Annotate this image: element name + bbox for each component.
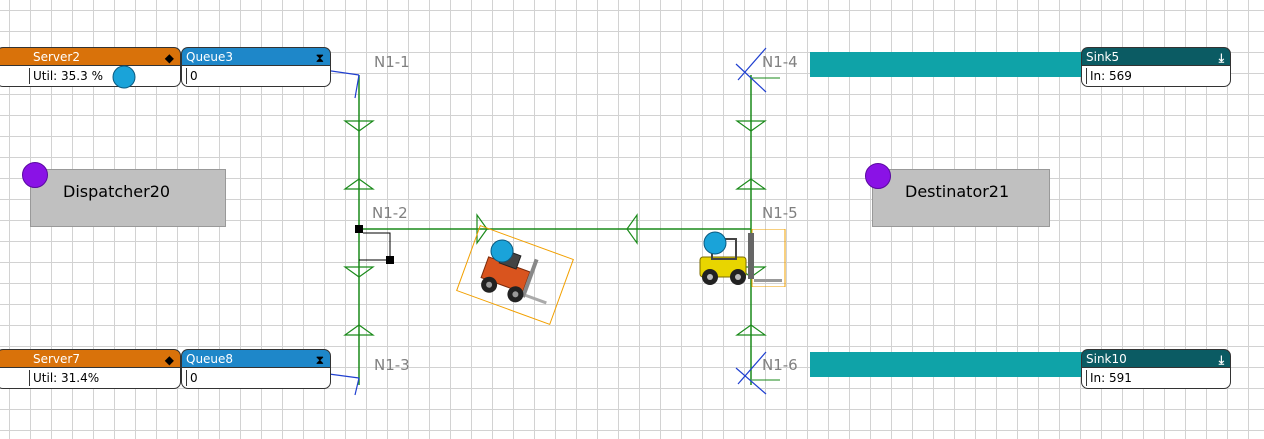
queue8-stats: 0: [181, 367, 331, 389]
server-icon: ◆: [164, 51, 174, 65]
sink10-block[interactable]: Sink10 ⤓ In: 591: [1081, 349, 1231, 389]
sink5-count: In: 569: [1086, 68, 1132, 84]
sink5-title: Sink5: [1086, 50, 1120, 64]
server2-header: Server2 ◆: [0, 47, 181, 65]
node-label-n1-6: N1-6: [762, 356, 798, 374]
dispatcher20-label: Dispatcher20: [63, 182, 171, 201]
server-icon: ◆: [164, 353, 174, 367]
sink5-block[interactable]: Sink5 ⤓ In: 569: [1081, 47, 1231, 87]
server2-block[interactable]: Server2 ◆ Util: 35.3 %: [0, 47, 181, 87]
server2-title: Server2: [33, 50, 80, 64]
queue3-block[interactable]: Queue3 ⧗ 0: [181, 47, 331, 87]
queue8-header: Queue8 ⧗: [181, 349, 331, 367]
model-canvas[interactable]: Server2 ◆ Util: 35.3 % Queue3 ⧗ 0 Sink5 …: [0, 0, 1264, 439]
connectors: [185, 47, 767, 396]
sink5-header: Sink5 ⤓: [1081, 47, 1231, 65]
queue-icon: ⧗: [315, 353, 324, 367]
node-label-n1-5: N1-5: [762, 204, 798, 222]
server7-util: Util: 31.4%: [29, 370, 99, 386]
node-label-n1-3: N1-3: [374, 356, 410, 374]
server7-title: Server7: [33, 352, 80, 366]
queue-icon: ⧗: [315, 51, 324, 65]
sink10-stats: In: 591: [1081, 367, 1231, 389]
conveyor-bottom[interactable]: [810, 352, 1082, 377]
queue8-block[interactable]: Queue8 ⧗ 0: [181, 349, 331, 389]
dispatcher20-block[interactable]: Dispatcher20: [30, 169, 226, 227]
queue8-title: Queue8: [186, 352, 234, 366]
conveyor-top[interactable]: [810, 52, 1082, 77]
queue3-stats: 0: [181, 65, 331, 87]
queue8-count: 0: [186, 370, 198, 386]
queue3-title: Queue3: [186, 50, 234, 64]
sink-icon: ⤓: [1218, 353, 1224, 367]
dispatcher-port-icon: [22, 162, 48, 188]
sink5-stats: In: 569: [1081, 65, 1231, 87]
sink10-title: Sink10: [1086, 352, 1127, 366]
node-label-n1-4: N1-4: [762, 53, 798, 71]
forklift-icon: [699, 228, 786, 288]
sink10-count: In: 591: [1086, 370, 1132, 386]
server2-util: Util: 35.3 %: [29, 68, 103, 84]
destinator21-block[interactable]: Destinator21: [872, 169, 1050, 227]
node-label-n1-1: N1-1: [374, 53, 410, 71]
destinator21-label: Destinator21: [905, 182, 1010, 201]
path-lines: [358, 75, 752, 385]
destinator-port-icon: [865, 163, 891, 189]
queue3-count: 0: [186, 68, 198, 84]
sink-icon: ⤓: [1218, 51, 1224, 65]
server7-stats: Util: 31.4%: [0, 367, 181, 389]
node-handle: [386, 256, 394, 264]
server7-block[interactable]: Server7 ◆ Util: 31.4%: [0, 349, 181, 389]
sink10-header: Sink10 ⤓: [1081, 349, 1231, 367]
server2-stats: Util: 35.3 %: [0, 65, 181, 87]
node-label-n1-2: N1-2: [372, 204, 408, 222]
node-marker: [355, 225, 363, 233]
forklift-right[interactable]: [694, 228, 786, 288]
server7-header: Server7 ◆: [0, 349, 181, 367]
node-offset-line: [359, 232, 391, 261]
queue3-header: Queue3 ⧗: [181, 47, 331, 65]
